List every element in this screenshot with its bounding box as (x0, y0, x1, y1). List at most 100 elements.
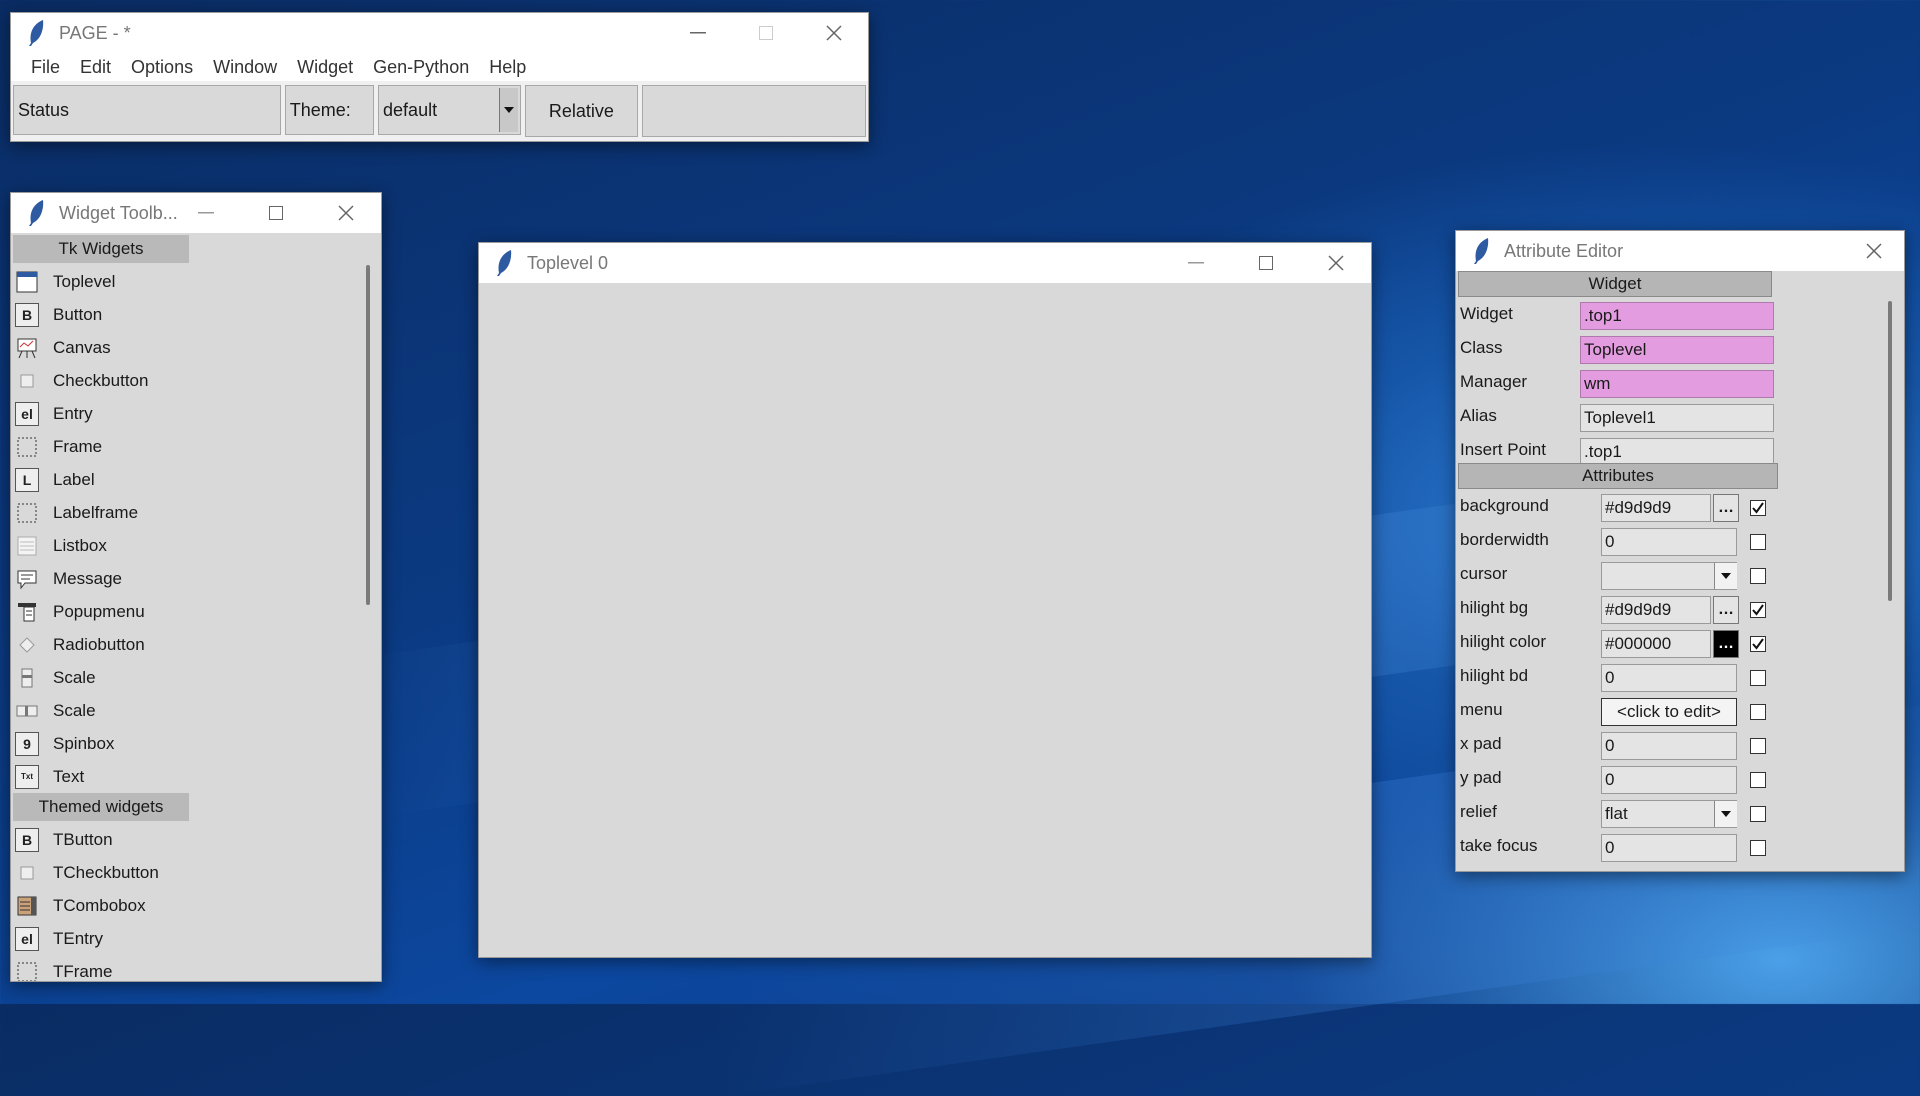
default-checkbox[interactable] (1750, 670, 1766, 686)
attribute-value-field[interactable]: #000000 (1601, 630, 1711, 658)
close-button[interactable] (1301, 243, 1371, 283)
maximize-button[interactable] (1231, 243, 1301, 283)
menu-window[interactable]: Window (203, 57, 287, 78)
tcombobox-icon (15, 894, 39, 918)
toolbox-item-label: Spinbox (53, 733, 115, 753)
attribute-editor-titlebar[interactable]: Attribute Editor (1456, 231, 1904, 271)
relative-button[interactable]: Relative (524, 85, 638, 137)
attribute-value-field[interactable]: wm (1580, 370, 1774, 398)
menu-help[interactable]: Help (479, 57, 536, 78)
toolbox-item-text[interactable]: Txt Text (13, 760, 84, 793)
minimize-icon (1188, 262, 1204, 264)
toplevel-canvas[interactable] (479, 283, 1371, 957)
toolbox-scrollbar[interactable] (366, 265, 370, 605)
dropdown-button[interactable] (1714, 563, 1737, 589)
close-button[interactable] (1844, 231, 1904, 271)
attribute-value-field[interactable]: 0 (1601, 664, 1737, 692)
toolbox-item-tcombobox[interactable]: TCombobox (13, 889, 146, 922)
attribute-value-field[interactable]: 0 (1601, 528, 1737, 556)
close-button[interactable] (311, 193, 381, 233)
dropdown-button[interactable] (1714, 801, 1737, 827)
theme-value: default (383, 99, 438, 120)
attribute-value: #d9d9d9 (1605, 600, 1672, 619)
ellipsis-icon: … (1718, 499, 1734, 516)
page-titlebar[interactable]: PAGE - * (11, 13, 868, 53)
menu-widget[interactable]: Widget (287, 57, 363, 78)
toolbox-item-spinbox[interactable]: 9 Spinbox (13, 727, 114, 760)
attribute-value-field[interactable]: Toplevel1 (1580, 404, 1774, 432)
chevron-down-icon (1721, 573, 1731, 579)
default-checkbox[interactable] (1750, 534, 1766, 550)
toolbox-item-label: Labelframe (53, 502, 139, 522)
toplevel-titlebar[interactable]: Toplevel 0 (479, 243, 1371, 283)
attribute-label: Widget (1460, 304, 1513, 323)
attribute-scrollbar[interactable] (1888, 301, 1892, 601)
toolbox-item-message[interactable]: Message (13, 562, 122, 595)
toolbox-item-scale[interactable]: Scale (13, 661, 96, 694)
menu-options[interactable]: Options (121, 57, 203, 78)
default-checkbox[interactable] (1750, 636, 1766, 652)
attribute-row-hilight-color: hilight color #000000… (1458, 627, 1886, 661)
toolbox-item-scale[interactable]: Scale (13, 694, 96, 727)
menu-file[interactable]: File (21, 57, 70, 78)
default-checkbox[interactable] (1750, 568, 1766, 584)
minimize-button[interactable] (664, 13, 732, 53)
attribute-value-field[interactable]: #d9d9d9 (1601, 494, 1711, 522)
attribute-value-field[interactable]: 0 (1601, 766, 1737, 794)
widget-toolbox-window: Widget Toolb... Tk Widgets Toplevel B Butto… (10, 192, 382, 982)
toolbox-item-canvas[interactable]: Canvas (13, 331, 111, 364)
toolbox-item-popupmenu[interactable]: Popupmenu (13, 595, 145, 628)
toolbox-item-radiobutton[interactable]: Radiobutton (13, 628, 145, 661)
toolbox-item-tbutton[interactable]: B TButton (13, 823, 113, 856)
toolbox-item-button[interactable]: B Button (13, 298, 102, 331)
toolbox-item-tcheckbutton[interactable]: TCheckbutton (13, 856, 159, 889)
section-themed-widgets[interactable]: Themed widgets (13, 793, 189, 821)
color-picker-button[interactable]: … (1713, 494, 1739, 522)
default-checkbox[interactable] (1750, 772, 1766, 788)
toolbox-item-listbox[interactable]: Listbox (13, 529, 107, 562)
toolbox-item-toplevel[interactable]: Toplevel (13, 265, 115, 298)
attribute-label: x pad (1460, 734, 1502, 753)
toolbox-item-labelframe[interactable]: Labelframe (13, 496, 138, 529)
feather-icon (29, 200, 44, 226)
theme-combobox[interactable]: default (378, 85, 521, 135)
default-checkbox[interactable] (1750, 602, 1766, 618)
toolbox-item-checkbutton[interactable]: Checkbutton (13, 364, 148, 397)
attribute-editor-window: Attribute Editor Widget Widget .top1 Class T… (1455, 230, 1905, 872)
default-checkbox[interactable] (1750, 840, 1766, 856)
attribute-value-field[interactable]: #d9d9d9 (1601, 596, 1711, 624)
default-checkbox[interactable] (1750, 704, 1766, 720)
canvas-icon (15, 336, 39, 360)
attribute-value-field[interactable]: .top1 (1580, 302, 1774, 330)
attribute-row-menu: menu <click to edit> (1458, 695, 1886, 729)
toolbox-item-tentry[interactable]: el TEntry (13, 922, 103, 955)
menu-gen-python[interactable]: Gen-Python (363, 57, 479, 78)
close-button[interactable] (800, 13, 868, 53)
toolbox-item-entry[interactable]: el Entry (13, 397, 93, 430)
toolbox-item-tframe[interactable]: TFrame (13, 955, 113, 981)
color-picker-button[interactable]: … (1713, 596, 1739, 624)
section-tk-widgets[interactable]: Tk Widgets (13, 235, 189, 263)
theme-dropdown-button[interactable] (498, 88, 518, 132)
default-checkbox[interactable] (1750, 806, 1766, 822)
default-checkbox[interactable] (1750, 738, 1766, 754)
maximize-button[interactable] (241, 193, 311, 233)
minimize-button[interactable] (1161, 243, 1231, 283)
color-picker-button[interactable]: … (1713, 630, 1739, 658)
menu-edit-button[interactable]: <click to edit> (1601, 698, 1737, 726)
attribute-value-field[interactable]: .top1 (1580, 438, 1774, 466)
attribute-label: relief (1460, 802, 1497, 821)
maximize-button[interactable] (732, 13, 800, 53)
menu-edit[interactable]: Edit (70, 57, 121, 78)
theme-label: Theme: (289, 99, 351, 120)
labelframe-icon (15, 501, 39, 525)
toolbox-item-label[interactable]: L Label (13, 463, 95, 496)
attribute-value-field[interactable]: 0 (1601, 834, 1737, 862)
toolbox-titlebar[interactable]: Widget Toolb... (11, 193, 381, 233)
default-checkbox[interactable] (1750, 500, 1766, 516)
attribute-value-field[interactable]: Toplevel (1580, 336, 1774, 364)
toolbox-item-frame[interactable]: Frame (13, 430, 102, 463)
attribute-value-field[interactable]: 0 (1601, 732, 1737, 760)
minimize-button[interactable] (171, 193, 241, 233)
tframe-icon (15, 960, 39, 981)
